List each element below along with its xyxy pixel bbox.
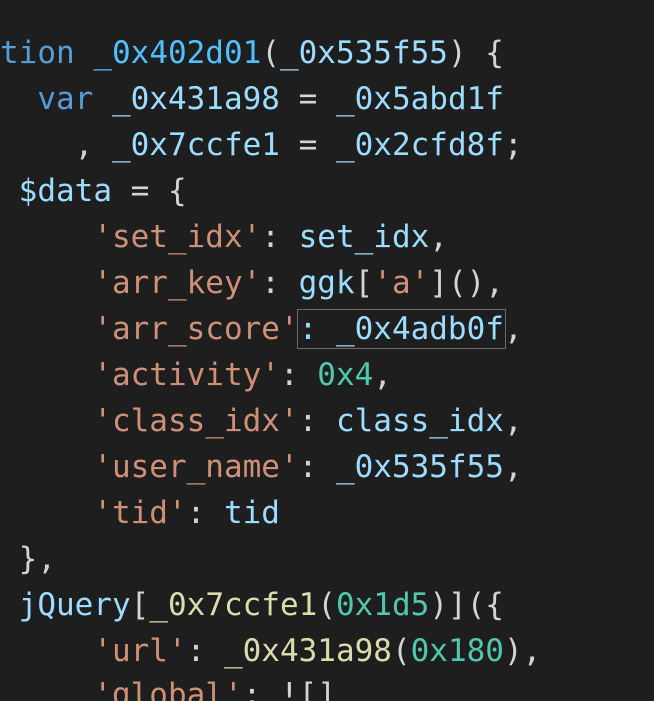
selected-token: : _0x4adb0f bbox=[296, 309, 506, 349]
code-token: ), bbox=[503, 633, 542, 669]
code-token: )]({ bbox=[429, 587, 504, 623]
code-line[interactable]: 'arr_key': ggk['a'](), bbox=[0, 260, 504, 306]
code-line[interactable]: 'arr_score': _0x4adb0f, bbox=[0, 306, 523, 352]
code-token: 'set_idx' bbox=[0, 219, 262, 255]
code-line[interactable]: tion _0x402d01(_0x535f55) { bbox=[0, 30, 504, 76]
code-line[interactable]: 'set_idx': set_idx, bbox=[0, 214, 448, 260]
code-token: _0x402d01 bbox=[93, 35, 262, 71]
code-line[interactable]: 'tid': tid bbox=[0, 490, 280, 536]
code-token: = { bbox=[111, 173, 187, 209]
code-token: : bbox=[186, 495, 224, 531]
code-token: , bbox=[503, 311, 523, 347]
code-token: , bbox=[503, 403, 523, 439]
code-line[interactable]: , _0x7ccfe1 = _0x2cfd8f; bbox=[0, 122, 523, 168]
code-token: _0x535f55 bbox=[335, 449, 504, 485]
code-token: 'global' bbox=[0, 677, 243, 701]
code-token: : bbox=[298, 403, 336, 439]
code-token: , bbox=[373, 357, 392, 393]
code-token: : bbox=[261, 219, 299, 255]
code-token: var bbox=[0, 81, 112, 117]
code-token: ggk bbox=[298, 265, 355, 301]
code-token: _0x431a98 bbox=[223, 633, 392, 669]
code-token: _0x5abd1f bbox=[335, 81, 504, 117]
code-line[interactable]: $data = { bbox=[0, 168, 187, 214]
code-line[interactable]: 'class_idx': class_idx, bbox=[0, 398, 523, 444]
code-token: 0x4 bbox=[317, 357, 374, 393]
code-token: : bbox=[186, 633, 224, 669]
code-line[interactable]: 'user_name': _0x535f55, bbox=[0, 444, 523, 490]
code-token: [ bbox=[354, 265, 374, 301]
code-token: 'arr_key' bbox=[0, 265, 262, 301]
code-token: _0x2cfd8f bbox=[335, 127, 504, 163]
code-token: class_idx bbox=[335, 403, 504, 439]
code-token: ( bbox=[261, 35, 280, 71]
code-token: jQuery bbox=[0, 587, 131, 623]
code-token: _0x535f55 bbox=[279, 35, 448, 71]
code-token: ](), bbox=[429, 265, 504, 301]
code-editor[interactable]: tion _0x402d01(_0x535f55) { var _0x431a9… bbox=[0, 0, 654, 701]
code-token: 'user_name' bbox=[0, 449, 299, 485]
code-token: 'arr_score' bbox=[0, 311, 299, 347]
code-line[interactable]: 'global': ![] bbox=[0, 672, 336, 701]
code-token: tion bbox=[0, 35, 94, 71]
code-token: = bbox=[279, 81, 336, 117]
code-token: 'class_idx' bbox=[0, 403, 299, 439]
code-token: 'a' bbox=[373, 265, 430, 301]
code-token: , bbox=[503, 449, 523, 485]
code-token: : bbox=[261, 265, 299, 301]
code-token: : bbox=[298, 449, 336, 485]
code-token: [ bbox=[130, 587, 150, 623]
code-line[interactable]: jQuery[_0x7ccfe1(0x1d5)]({ bbox=[0, 582, 504, 628]
code-line[interactable]: }, bbox=[0, 536, 56, 582]
code-token: _0x431a98 bbox=[111, 81, 280, 117]
code-token: ; bbox=[503, 127, 523, 163]
code-token: }, bbox=[0, 541, 56, 577]
code-token: 0x180 bbox=[410, 633, 504, 669]
code-token: : bbox=[242, 677, 280, 701]
code-token: _0x7ccfe1 bbox=[149, 587, 318, 623]
code-token: set_idx bbox=[298, 219, 430, 255]
code-line[interactable]: var _0x431a98 = _0x5abd1f bbox=[0, 76, 504, 122]
code-token: = bbox=[279, 127, 336, 163]
code-token: ) { bbox=[447, 35, 504, 71]
code-token: ( bbox=[391, 633, 411, 669]
code-token: , bbox=[0, 127, 112, 163]
code-token: _0x7ccfe1 bbox=[111, 127, 280, 163]
code-token: $data bbox=[0, 173, 112, 209]
code-token: 0x1d5 bbox=[335, 587, 430, 623]
code-token: ![] bbox=[279, 677, 336, 701]
code-token: 'url' bbox=[0, 633, 187, 669]
code-token: : bbox=[279, 357, 318, 393]
code-token: 'activity' bbox=[0, 357, 280, 393]
code-token: tid bbox=[223, 495, 280, 531]
code-token: , bbox=[429, 219, 448, 255]
code-line[interactable]: 'activity': 0x4, bbox=[0, 352, 392, 398]
code-token: 'tid' bbox=[0, 495, 187, 531]
code-token: ( bbox=[317, 587, 336, 623]
code-line[interactable]: 'url': _0x431a98(0x180), bbox=[0, 628, 541, 674]
